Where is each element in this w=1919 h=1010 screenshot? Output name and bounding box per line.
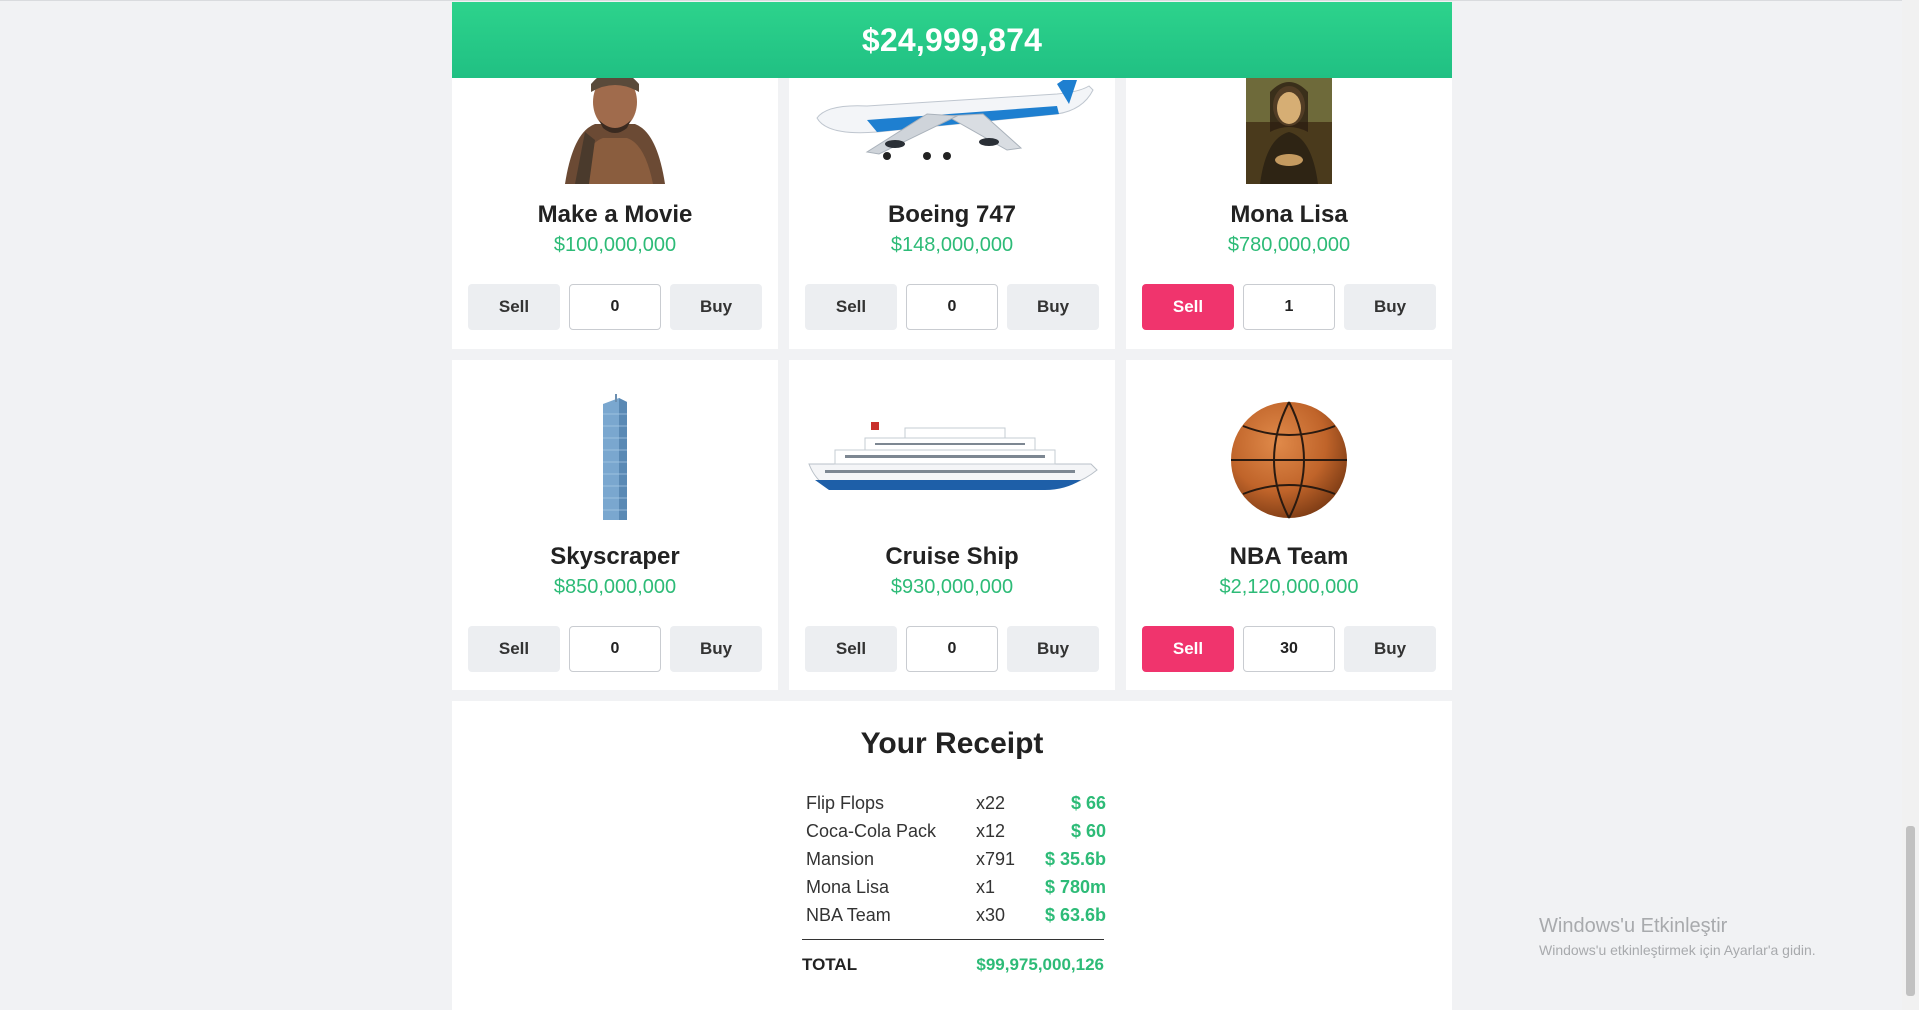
receipt-item-name: Mansion (806, 849, 875, 869)
item-card-cruise-ship: Cruise Ship $930,000,000 Sell Buy (789, 360, 1115, 690)
receipt-total-amount: $99,975,000,126 (976, 955, 1104, 974)
movie-star-image (452, 62, 778, 184)
item-price: $148,000,000 (890, 234, 1014, 256)
quantity-input[interactable] (1243, 284, 1335, 330)
buy-button[interactable]: Buy (1344, 626, 1436, 672)
quantity-input[interactable] (569, 284, 661, 330)
scrollbar-thumb[interactable] (1906, 826, 1915, 996)
receipt-title: Your Receipt (860, 727, 1044, 760)
item-price: $850,000,000 (553, 576, 677, 598)
receipt-row: Mona Lisa x1 $ 780m (806, 873, 1106, 901)
sell-button[interactable]: Sell (1142, 284, 1234, 330)
receipt-item-qty: x791 (976, 849, 1016, 869)
item-controls: Sell Buy (1142, 284, 1436, 330)
top-divider (0, 0, 1919, 1)
item-controls: Sell Buy (805, 284, 1099, 330)
item-name: NBA Team (1229, 543, 1349, 570)
quantity-input[interactable] (906, 284, 998, 330)
receipt-panel: Your Receipt Flip Flops x22 $ 66 Coca-Co… (452, 701, 1452, 1010)
windows-activation-watermark: Windows'u Etkinleştir Windows'u etkinleş… (1539, 915, 1816, 958)
sell-button[interactable]: Sell (805, 284, 897, 330)
item-name: Cruise Ship (885, 543, 1019, 570)
item-name: Make a Movie (537, 201, 693, 228)
receipt-item-name: Coca-Cola Pack (806, 821, 937, 841)
cruise-ship-image (789, 420, 1115, 500)
item-name: Mona Lisa (1230, 201, 1348, 228)
watermark-title: Windows'u Etkinleştir (1539, 915, 1728, 937)
skyscraper-image (452, 394, 778, 524)
item-price: $2,120,000,000 (1219, 576, 1359, 598)
sell-button[interactable]: Sell (805, 626, 897, 672)
receipt-row: Flip Flops x22 $ 66 (806, 789, 1106, 817)
receipt-item-amount: $ 60 (1070, 821, 1106, 841)
receipt-item-amount: $ 66 (1070, 793, 1106, 813)
receipt-row: Mansion x791 $ 35.6b (806, 845, 1106, 873)
item-price: $780,000,000 (1227, 234, 1351, 256)
quantity-input[interactable] (1243, 626, 1335, 672)
buy-button[interactable]: Buy (1007, 284, 1099, 330)
receipt-item-amount: $ 780m (1044, 877, 1106, 897)
receipt-item-name: Mona Lisa (806, 877, 890, 897)
page: Make a Movie $100,000,000 Sell Buy (0, 0, 1919, 1010)
mona-lisa-image (1126, 62, 1452, 184)
balance-bar: $24,999,874 (452, 2, 1452, 78)
receipt-total-label: TOTAL (802, 955, 858, 974)
watermark-subtitle: Windows'u etkinleştirmek için Ayarlar'a … (1539, 942, 1816, 958)
receipt-item-name: Flip Flops (806, 793, 885, 813)
basketball-image (1126, 400, 1452, 520)
quantity-input[interactable] (906, 626, 998, 672)
item-card-nba-team: NBA Team $2,120,000,000 Sell Buy (1126, 360, 1452, 690)
receipt-table: Flip Flops x22 $ 66 Coca-Cola Pack x12 $… (806, 789, 1106, 929)
sell-button[interactable]: Sell (468, 626, 560, 672)
receipt-row: Coca-Cola Pack x12 $ 60 (806, 817, 1106, 845)
receipt-item-qty: x22 (976, 793, 1006, 813)
receipt-item-qty: x1 (976, 877, 996, 897)
receipt-item-amount: $ 35.6b (1044, 849, 1106, 869)
receipt-item-name: NBA Team (806, 905, 891, 925)
airplane-image (789, 80, 1115, 170)
sell-button[interactable]: Sell (468, 284, 560, 330)
item-controls: Sell Buy (1142, 626, 1436, 672)
buy-button[interactable]: Buy (670, 284, 762, 330)
item-controls: Sell Buy (468, 626, 762, 672)
item-name: Skyscraper (550, 543, 680, 570)
item-name: Boeing 747 (887, 201, 1017, 228)
receipt-row: NBA Team x30 $ 63.6b (806, 901, 1106, 929)
buy-button[interactable]: Buy (1007, 626, 1099, 672)
item-price: $100,000,000 (553, 234, 677, 256)
vertical-scrollbar[interactable] (1902, 0, 1919, 1010)
item-price: $930,000,000 (890, 576, 1014, 598)
receipt-item-qty: x12 (976, 821, 1006, 841)
receipt-divider (802, 939, 1104, 940)
item-card-skyscraper: Skyscraper $850,000,000 Sell Buy (452, 360, 778, 690)
receipt-item-qty: x30 (976, 905, 1006, 925)
quantity-input[interactable] (569, 626, 661, 672)
receipt-item-amount: $ 63.6b (1044, 905, 1106, 925)
sell-button[interactable]: Sell (1142, 626, 1234, 672)
buy-button[interactable]: Buy (670, 626, 762, 672)
buy-button[interactable]: Buy (1344, 284, 1436, 330)
item-controls: Sell Buy (805, 626, 1099, 672)
item-controls: Sell Buy (468, 284, 762, 330)
